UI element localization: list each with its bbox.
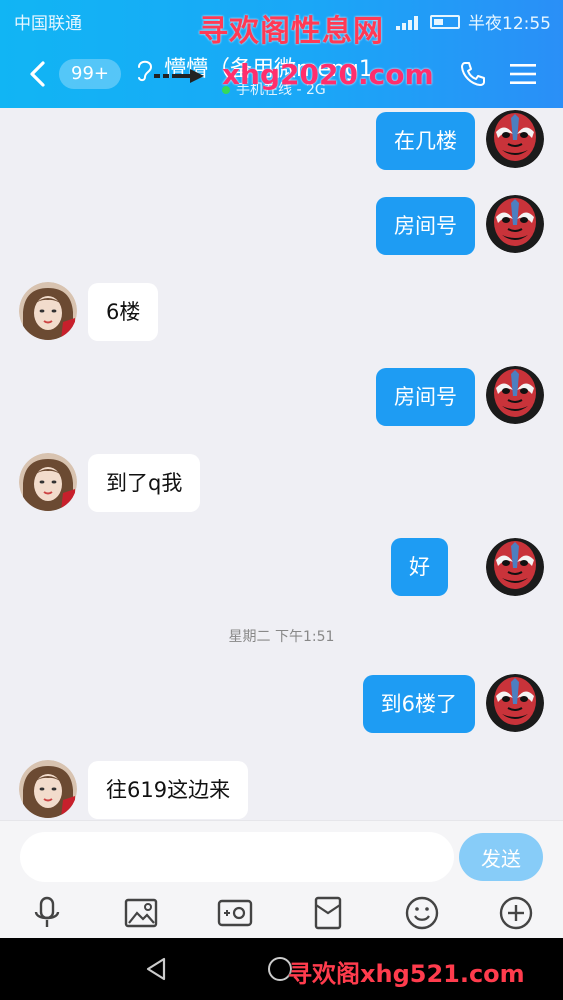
my-avatar[interactable]	[486, 110, 544, 168]
clock-label: 半夜12:55	[468, 14, 551, 34]
chat-header: 中国联通 半夜12:55 寻欢阁性息网 99+ 懵懵（备用微meng1 手机在线…	[0, 0, 563, 108]
my-avatar[interactable]	[486, 366, 544, 424]
timestamp-divider: 星期二 下午1:51	[228, 629, 335, 645]
microphone-icon	[34, 896, 60, 927]
red-packet-icon	[314, 896, 342, 930]
chevron-left-icon	[30, 61, 45, 87]
camera-button[interactable]	[215, 893, 255, 933]
send-button[interactable]: 发送	[459, 833, 543, 881]
arrow-right-icon	[154, 69, 204, 83]
my-avatar[interactable]	[486, 674, 544, 732]
outgoing-bubble[interactable]: 在几楼	[376, 112, 475, 170]
watermark-top: 寻欢阁性息网	[198, 14, 384, 49]
message-list[interactable]: 在几楼 房间号 6楼 房间号 到了q我 好 星期二 下午1:51 到6楼了 往6…	[0, 108, 563, 820]
message-input[interactable]	[20, 832, 454, 882]
emoji-icon	[405, 896, 439, 930]
carrier-label: 中国联通	[14, 14, 82, 34]
status-right: 半夜12:55	[396, 9, 551, 34]
image-button[interactable]	[121, 893, 161, 933]
composer-toolbar	[0, 889, 563, 935]
ear-icon	[138, 60, 153, 82]
image-icon	[124, 898, 158, 928]
incoming-bubble[interactable]: 到了q我	[88, 454, 201, 512]
phone-icon	[461, 62, 485, 86]
system-nav-bar: 寻欢阁xhg521.com	[0, 938, 563, 1000]
outgoing-bubble[interactable]: 好	[391, 538, 448, 596]
incoming-bubble[interactable]: 6楼	[88, 283, 159, 341]
system-back-button[interactable]	[144, 956, 170, 982]
hamburger-menu-icon	[510, 64, 536, 84]
voice-button[interactable]	[27, 893, 67, 933]
contact-avatar[interactable]	[19, 453, 77, 511]
more-button[interactable]	[496, 893, 536, 933]
red-packet-button[interactable]	[308, 893, 348, 933]
call-button[interactable]	[458, 59, 488, 89]
watermark-bottom: 寻欢阁xhg521.com	[288, 960, 525, 988]
battery-icon	[430, 14, 460, 29]
emoji-button[interactable]	[402, 893, 442, 933]
watermark-middle: xhg2020.com	[222, 58, 434, 91]
my-avatar[interactable]	[486, 538, 544, 596]
incoming-bubble[interactable]: 往619这边来	[88, 761, 249, 819]
outgoing-bubble[interactable]: 到6楼了	[362, 675, 475, 733]
contact-avatar[interactable]	[19, 282, 77, 340]
back-button[interactable]	[22, 57, 56, 91]
outgoing-bubble[interactable]: 房间号	[376, 368, 475, 426]
unread-badge[interactable]: 99+	[59, 59, 121, 89]
signal-icon	[396, 14, 422, 30]
plus-icon	[499, 896, 533, 930]
composer: 发送	[0, 820, 563, 938]
camera-icon	[217, 899, 253, 927]
my-avatar[interactable]	[486, 195, 544, 253]
menu-button[interactable]	[508, 59, 538, 89]
contact-avatar[interactable]	[19, 760, 77, 818]
outgoing-bubble[interactable]: 房间号	[376, 197, 475, 255]
